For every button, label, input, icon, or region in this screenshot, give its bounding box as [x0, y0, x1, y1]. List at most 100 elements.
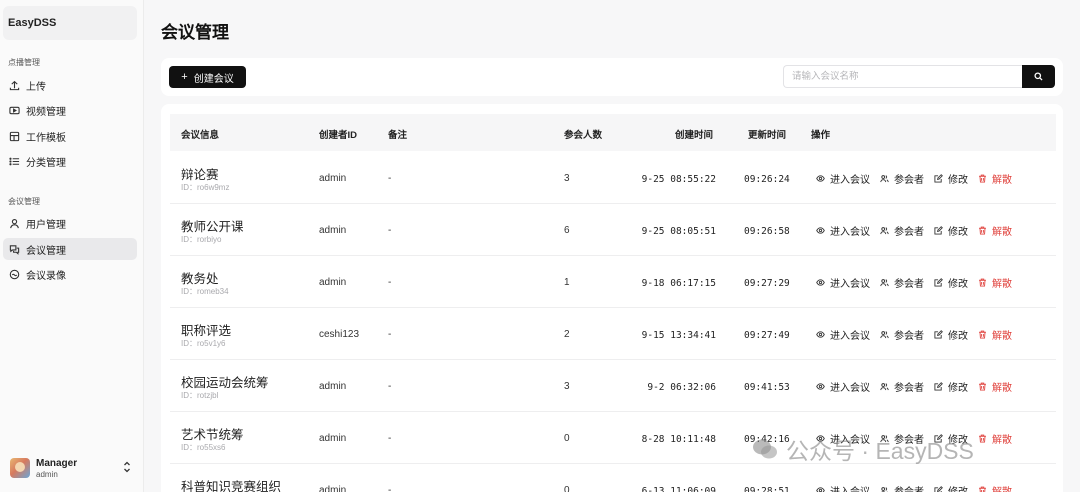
- search-input[interactable]: [783, 65, 1022, 88]
- participants-button[interactable]: 参会者: [880, 483, 924, 492]
- enter-meeting-button[interactable]: 进入会议: [816, 483, 870, 492]
- edit-button[interactable]: 修改: [934, 327, 968, 342]
- user-menu[interactable]: Manager admin: [0, 444, 144, 492]
- created-time: 9-2 06:32:06: [647, 382, 716, 393]
- chevron-up-down-icon: [124, 461, 130, 473]
- video-icon: [9, 106, 20, 114]
- meeting-id-value: ro55xs6: [197, 443, 226, 452]
- sidebar-item-upload[interactable]: 上传: [3, 74, 137, 96]
- meeting-id: ID：romeb34: [181, 286, 229, 297]
- edit-icon: [934, 382, 943, 391]
- trash-icon: [979, 486, 986, 492]
- column-header: 创建时间: [675, 130, 714, 141]
- updated-time: 09:28:51: [744, 486, 790, 492]
- meeting-id: ID：ro5v1y6: [181, 338, 225, 349]
- meeting-id-prefix: ID：: [181, 443, 197, 452]
- sidebar-item-meetings[interactable]: 会议管理: [3, 238, 137, 260]
- search-button[interactable]: [1022, 65, 1055, 88]
- eye-icon: [816, 227, 825, 234]
- meeting-id-value: rorbiyo: [197, 235, 222, 244]
- note: -: [388, 485, 392, 492]
- meeting-id: ID：rorbiyo: [181, 234, 221, 245]
- action-label: 解散: [992, 435, 1012, 446]
- table-row: 辩论赛 ID：ro6w9mz admin - 3 9-25 08:55:22 09:26:2…: [170, 152, 1056, 204]
- meeting-id-value: romeb34: [197, 287, 229, 296]
- eye-icon: [816, 487, 825, 492]
- note: -: [388, 381, 392, 392]
- user-icon: [10, 218, 19, 228]
- note: -: [388, 173, 392, 184]
- meeting-id-prefix: ID：: [181, 183, 197, 192]
- meeting-name: 艺术节统筹: [181, 428, 244, 442]
- participants-button[interactable]: 参会者: [880, 171, 924, 186]
- list-icon: [9, 157, 20, 165]
- note: -: [388, 277, 392, 288]
- edit-button[interactable]: 修改: [934, 275, 968, 290]
- enter-meeting-button[interactable]: 进入会议: [816, 379, 870, 394]
- action-label: 参会者: [894, 383, 924, 394]
- meeting-id-value: ro6w9mz: [197, 183, 230, 192]
- action-label: 进入会议: [830, 175, 870, 186]
- edit-icon: [934, 226, 943, 235]
- dismiss-button[interactable]: 解散: [978, 275, 1012, 290]
- user-role: admin: [36, 469, 58, 479]
- eye-icon: [816, 175, 825, 182]
- updated-time: 09:27:49: [744, 330, 790, 341]
- action-label: 解散: [992, 279, 1012, 290]
- enter-meeting-button[interactable]: 进入会议: [816, 275, 870, 290]
- participants-button[interactable]: 参会者: [880, 327, 924, 342]
- create-meeting-button[interactable]: + 创建会议: [169, 66, 246, 88]
- action-label: 修改: [948, 383, 968, 394]
- sidebar-item-video[interactable]: 视频管理: [3, 99, 137, 121]
- action-label: 进入会议: [830, 483, 870, 492]
- participants-button[interactable]: 参会者: [880, 223, 924, 238]
- edit-button[interactable]: 修改: [934, 223, 968, 238]
- dismiss-button[interactable]: 解散: [978, 431, 1012, 446]
- creator-id: ceshi123: [319, 329, 360, 340]
- table-row: 教务处 ID：romeb34 admin - 1 9-18 06:17:15 09:27:2…: [170, 256, 1056, 308]
- users-icon: [880, 383, 889, 391]
- trash-icon: [979, 174, 986, 183]
- action-label: 解散: [992, 483, 1012, 492]
- creator-id: admin: [319, 433, 347, 444]
- table-row: 科普知识竞赛组织 admin - 0 6-13 11:06:09 09:28:51 进入会议…: [170, 464, 1056, 492]
- action-label: 参会者: [894, 331, 924, 342]
- enter-meeting-button[interactable]: 进入会议: [816, 171, 870, 186]
- column-header: 操作: [811, 130, 831, 141]
- sidebar-item-label: 分类管理: [26, 157, 66, 169]
- created-time: 9-15 13:34:41: [641, 330, 716, 341]
- created-time: 9-25 08:55:22: [641, 174, 716, 185]
- edit-button[interactable]: 修改: [934, 379, 968, 394]
- sidebar-item-template[interactable]: 工作模板: [3, 125, 137, 147]
- dismiss-button[interactable]: 解散: [978, 223, 1012, 238]
- table-header: 会议信息 创建者ID 备注 参会人数 创建时间 更新时间 操作: [170, 114, 1056, 151]
- trash-icon: [979, 434, 986, 443]
- participant-count: 3: [564, 381, 570, 392]
- dismiss-button[interactable]: 解散: [978, 483, 1012, 492]
- meeting-id: ID：ro6w9mz: [181, 182, 229, 193]
- trash-icon: [979, 278, 986, 287]
- action-label: 修改: [948, 483, 968, 492]
- column-header: 参会人数: [564, 130, 603, 141]
- sidebar-item-recordings[interactable]: 会议录像: [3, 263, 137, 285]
- column-header: 更新时间: [748, 130, 787, 141]
- eye-icon: [816, 331, 825, 338]
- participants-button[interactable]: 参会者: [880, 379, 924, 394]
- dismiss-button[interactable]: 解散: [978, 379, 1012, 394]
- action-label: 参会者: [894, 175, 924, 186]
- dismiss-button[interactable]: 解散: [978, 171, 1012, 186]
- template-icon: [9, 131, 20, 141]
- dismiss-button[interactable]: 解散: [978, 327, 1012, 342]
- action-label: 修改: [948, 279, 968, 290]
- sidebar-item-category[interactable]: 分类管理: [3, 150, 137, 172]
- action-label: 参会者: [894, 279, 924, 290]
- sidebar-item-users[interactable]: 用户管理: [3, 212, 137, 234]
- edit-button[interactable]: 修改: [934, 171, 968, 186]
- participants-button[interactable]: 参会者: [880, 275, 924, 290]
- participant-count: 0: [564, 485, 570, 492]
- enter-meeting-button[interactable]: 进入会议: [816, 223, 870, 238]
- enter-meeting-button[interactable]: 进入会议: [816, 327, 870, 342]
- edit-button[interactable]: 修改: [934, 483, 968, 492]
- user-name: Manager: [36, 457, 78, 469]
- participant-count: 0: [564, 433, 570, 444]
